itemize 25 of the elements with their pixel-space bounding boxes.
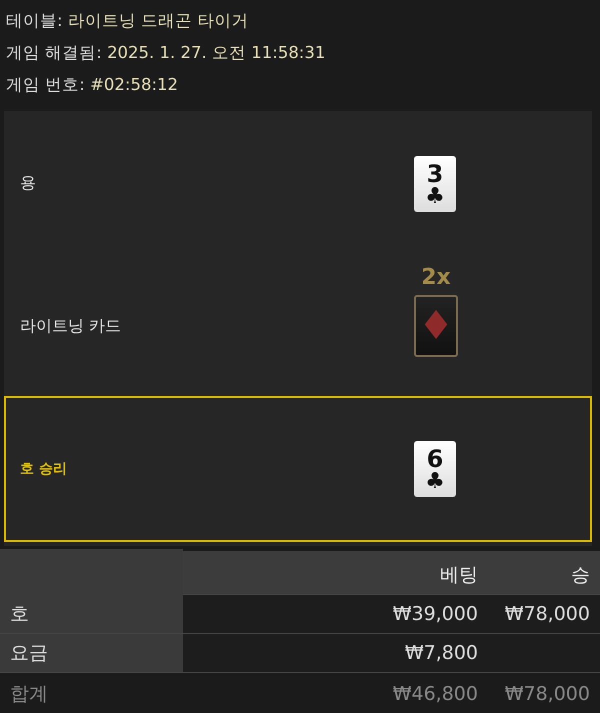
table-cell-text: ₩7,800	[404, 642, 479, 664]
total-cell-text: ₩78,000	[504, 682, 591, 704]
hand-label: 라이트닝 카드	[20, 316, 122, 336]
info-label: 게임 번호:	[6, 75, 85, 94]
playing-card: 3 ♣	[414, 156, 456, 212]
row-label: 호	[0, 595, 183, 633]
column-header: 베팅	[439, 562, 479, 588]
column-header: 승	[570, 562, 591, 588]
info-value: #02:58:12	[90, 75, 178, 94]
suit-symbol: ♣	[425, 471, 445, 493]
suit-symbol: ♣	[425, 186, 445, 208]
info-value: 라이트닝 드래곤 타이거	[68, 11, 248, 30]
hand-label: 용	[20, 173, 37, 194]
multiplier-label: 2x	[421, 265, 451, 291]
row-label: 요금	[0, 634, 183, 672]
playing-card: 6 ♣	[414, 441, 456, 497]
info-label: 테이블:	[6, 11, 63, 30]
hand-label: 호 승리	[20, 460, 68, 478]
info-value: 2025. 1. 27. 오전 11:58:31	[107, 43, 326, 62]
info-label: 게임 해결됨:	[6, 43, 102, 62]
table-cell-text: ₩39,000	[392, 603, 479, 625]
suit-symbol: ♦	[418, 306, 454, 346]
total-cell-text: ₩46,800	[392, 682, 479, 704]
total-label: 합계	[9, 682, 49, 706]
table-cell-text: ₩78,000	[504, 603, 591, 625]
